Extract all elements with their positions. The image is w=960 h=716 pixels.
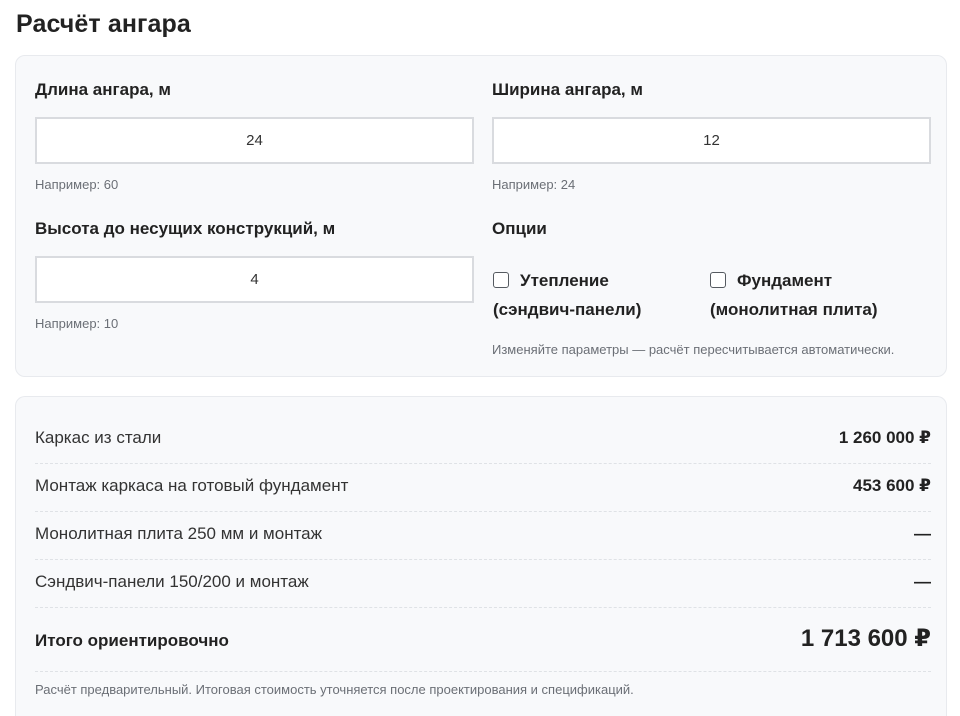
total-value: 1 713 600 ₽ xyxy=(800,625,931,652)
width-hint: Например: 24 xyxy=(492,177,576,192)
height-label: Высота до несущих конструкций, м xyxy=(35,219,336,238)
width-input[interactable] xyxy=(492,117,931,164)
cost-row-value: 453 600 ₽ xyxy=(852,476,931,495)
auto-recalc-note: Изменяйте параметры — расчёт пересчитыва… xyxy=(492,342,895,357)
insulation-label-line2: (сэндвич-панели) xyxy=(493,300,642,319)
foundation-checkbox[interactable] xyxy=(710,272,726,288)
cost-row-value: — xyxy=(914,572,931,591)
cost-row-label: Сэндвич-панели 150/200 и монтаж xyxy=(35,572,309,591)
length-label: Длина ангара, м xyxy=(35,80,171,99)
length-hint: Например: 60 xyxy=(35,177,119,192)
width-label: Ширина ангара, м xyxy=(492,80,643,99)
cost-row-value: — xyxy=(914,524,931,543)
insulation-option[interactable]: Утепление (сэндвич-панели) xyxy=(493,266,641,324)
height-hint: Например: 10 xyxy=(35,316,119,331)
foundation-option[interactable]: Фундамент (монолитная плита) xyxy=(710,266,878,324)
cost-row-value: 1 260 000 ₽ xyxy=(838,428,931,447)
cost-row: Монтаж каркаса на готовый фундамент 453 … xyxy=(35,464,931,512)
height-input[interactable] xyxy=(35,256,474,303)
options-label: Опции xyxy=(492,219,547,238)
disclaimer-note: Расчёт предварительный. Итоговая стоимос… xyxy=(35,682,634,697)
cost-row: Монолитная плита 250 мм и монтаж — xyxy=(35,512,931,560)
insulation-checkbox[interactable] xyxy=(493,272,509,288)
foundation-label-line1: Фундамент xyxy=(737,271,833,290)
page-title: Расчёт ангара xyxy=(16,10,191,38)
foundation-label-line2: (монолитная плита) xyxy=(710,300,878,319)
length-input[interactable] xyxy=(35,117,474,164)
total-row: Итого ориентировочно 1 713 600 ₽ xyxy=(35,607,931,672)
params-card: Длина ангара, м Например: 60 Ширина анга… xyxy=(15,55,947,377)
insulation-label-line1: Утепление xyxy=(520,271,609,290)
results-card: Каркас из стали 1 260 000 ₽ Монтаж карка… xyxy=(15,396,947,716)
cost-row-label: Монолитная плита 250 мм и монтаж xyxy=(35,524,322,543)
cost-row-label: Монтаж каркаса на готовый фундамент xyxy=(35,476,349,495)
cost-row-label: Каркас из стали xyxy=(35,428,162,447)
total-label: Итого ориентировочно xyxy=(35,631,229,650)
cost-row: Сэндвич-панели 150/200 и монтаж — xyxy=(35,560,931,608)
cost-row: Каркас из стали 1 260 000 ₽ xyxy=(35,416,931,464)
